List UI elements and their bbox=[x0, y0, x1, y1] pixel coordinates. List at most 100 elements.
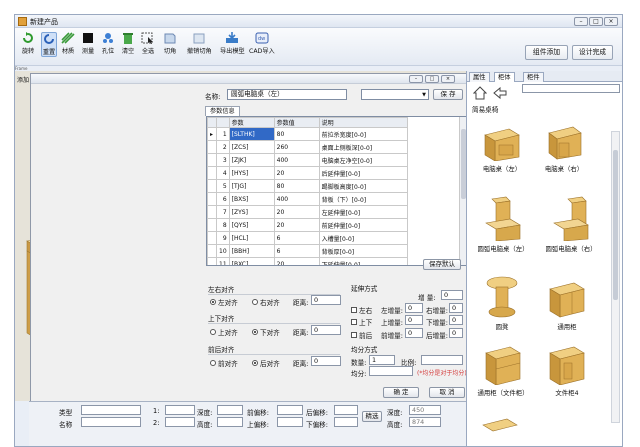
back-offset-input[interactable] bbox=[334, 405, 358, 415]
material-tool[interactable]: 材质 bbox=[61, 32, 75, 55]
value-cell[interactable]: 20 bbox=[273, 205, 320, 219]
value-cell[interactable]: 80 bbox=[273, 179, 320, 193]
ud-extend-checkbox[interactable]: 上下 bbox=[351, 317, 372, 327]
depth2-input[interactable]: 450 bbox=[409, 405, 441, 415]
table-row[interactable]: 2 [ZCS] 260 桌面上侧板深[0-0] bbox=[207, 140, 408, 154]
ratio-input[interactable] bbox=[421, 355, 463, 365]
height-input[interactable] bbox=[217, 417, 243, 427]
value-cell[interactable]: 260 bbox=[273, 140, 320, 154]
name-field-bottom[interactable] bbox=[81, 417, 141, 427]
value-cell[interactable]: 400 bbox=[273, 192, 320, 206]
library-item-file-cabinet-4[interactable]: 文件柜4 bbox=[539, 341, 595, 397]
library-item-arc-desk-left[interactable]: 圆弧电脑桌（左） bbox=[471, 195, 535, 253]
fb-extend-checkbox[interactable]: 前后 bbox=[351, 330, 372, 340]
back-amount-input[interactable]: 0 bbox=[449, 328, 463, 338]
front-offset-input[interactable] bbox=[277, 405, 303, 415]
front-amount-input[interactable]: 0 bbox=[405, 328, 423, 338]
name-field[interactable]: 圆弧电脑桌（左） bbox=[227, 89, 347, 100]
table-row[interactable]: 10 [BBH] 6 背板厚[0-0] bbox=[207, 244, 408, 258]
right-amount-input[interactable]: 0 bbox=[449, 303, 463, 313]
tab-cabinet[interactable]: 柜体 bbox=[494, 72, 515, 82]
align-front-radio[interactable]: 前对齐 bbox=[210, 358, 238, 368]
value-cell[interactable]: 80 bbox=[273, 127, 320, 141]
down-amount-input[interactable]: 0 bbox=[449, 315, 463, 325]
table-row[interactable]: 6 [BXS] 400 背板（下）[0-0] bbox=[207, 192, 408, 206]
fb-distance-input[interactable]: 0 bbox=[311, 356, 341, 366]
add-component-button[interactable]: 组件添加 bbox=[525, 45, 568, 60]
table-row[interactable]: 9 [HCL] 6 入槽量[0-0] bbox=[207, 231, 408, 245]
library-item-desk-right[interactable]: 电脑桌（右） bbox=[535, 123, 593, 173]
align-top-radio[interactable]: 上对齐 bbox=[210, 327, 238, 337]
down-offset-input[interactable] bbox=[334, 417, 358, 427]
dialog-minimize-button[interactable]: – bbox=[409, 75, 423, 83]
two-input[interactable] bbox=[165, 417, 195, 427]
value-cell[interactable]: 400 bbox=[273, 153, 320, 167]
table-row[interactable]: ▸ 1 [SLTHK] 80 前拉杀宽度[0-0] bbox=[207, 127, 408, 141]
table-row[interactable]: 8 [QYS] 20 前延伸量[0-0] bbox=[207, 218, 408, 232]
ud-distance-input[interactable]: 0 bbox=[311, 325, 341, 335]
value-cell[interactable]: 20 bbox=[273, 166, 320, 180]
left-amount-input[interactable]: 0 bbox=[405, 303, 423, 313]
table-row[interactable]: 5 [TJG] 80 踢脚板高度[0-0] bbox=[207, 179, 408, 193]
lr-distance-input[interactable]: 0 bbox=[311, 295, 341, 305]
up-offset-input[interactable] bbox=[277, 417, 303, 427]
type-dropdown[interactable]: ▼ bbox=[361, 89, 429, 100]
table-row[interactable]: 3 [ZJK] 400 电脑桌左净空[0-0] bbox=[207, 153, 408, 167]
value-cell[interactable]: 20 bbox=[273, 218, 320, 232]
rotate-tool[interactable]: 旋转 bbox=[21, 32, 35, 55]
minimize-button[interactable]: – bbox=[574, 17, 588, 26]
dialog-close-button[interactable]: × bbox=[441, 75, 455, 83]
design-complete-button[interactable]: 设计完成 bbox=[572, 45, 613, 60]
ok-button[interactable]: 确 定 bbox=[383, 387, 419, 398]
select-all-tool[interactable]: 全选 bbox=[141, 32, 155, 55]
depth-input[interactable] bbox=[217, 405, 243, 415]
tab-parts[interactable]: 柜件 bbox=[523, 72, 544, 82]
library-item-desk-left[interactable]: 电脑桌（左） bbox=[477, 123, 527, 173]
close-button[interactable]: × bbox=[604, 17, 618, 26]
value-cell[interactable]: 20 bbox=[273, 257, 320, 265]
measure-tool[interactable]: 测量 bbox=[81, 32, 95, 55]
select-button[interactable]: 精选 bbox=[362, 411, 382, 422]
table-row[interactable]: 4 [HYS] 20 后延伸量[0-0] bbox=[207, 166, 408, 180]
library-item-file-cabinet[interactable]: 通用柜（文件柜） bbox=[471, 341, 535, 397]
export-model-tool[interactable]: 导出模型 bbox=[220, 32, 245, 55]
count-stepper[interactable]: 1 bbox=[369, 355, 395, 365]
save-default-button[interactable]: 保存默认 bbox=[423, 259, 461, 270]
library-scroll-thumb[interactable] bbox=[613, 150, 618, 300]
clear-tool[interactable]: 清空 bbox=[121, 32, 135, 55]
type-field[interactable] bbox=[81, 405, 141, 415]
save-button[interactable]: 保 存 bbox=[433, 89, 463, 100]
library-scrollbar[interactable] bbox=[611, 131, 620, 423]
home-icon[interactable] bbox=[473, 86, 487, 100]
library-item-round-stool[interactable]: 圆凳 bbox=[477, 275, 527, 331]
lr-extend-checkbox[interactable]: 左右 bbox=[351, 305, 372, 315]
undo-cut-corner-tool[interactable]: 撤销切角 bbox=[187, 32, 212, 55]
back-arrow-icon[interactable] bbox=[493, 86, 507, 100]
align-bottom-radio[interactable]: 下对齐 bbox=[252, 327, 280, 337]
table-row[interactable]: 11 [BXC] 20 下延伸量[0-0] bbox=[207, 257, 408, 265]
value-cell[interactable]: 6 bbox=[273, 244, 320, 258]
library-item-arc-desk-right[interactable]: 圆弧电脑桌（右） bbox=[537, 195, 605, 253]
height2-input[interactable]: 874 bbox=[409, 417, 441, 427]
dialog-maximize-button[interactable]: □ bbox=[425, 75, 439, 83]
library-item-general-cabinet[interactable]: 通用柜 bbox=[539, 275, 595, 331]
align-back-radio[interactable]: 后对齐 bbox=[252, 358, 280, 368]
up-amount-input[interactable]: 0 bbox=[405, 315, 423, 325]
amount-input[interactable]: 0 bbox=[441, 290, 463, 300]
tab-properties[interactable]: 属性 bbox=[469, 72, 490, 82]
avg-select[interactable] bbox=[369, 366, 413, 376]
align-right-radio[interactable]: 右对齐 bbox=[252, 297, 280, 307]
one-input[interactable] bbox=[165, 405, 195, 415]
tab-parameter-info[interactable]: 参数信息 bbox=[205, 106, 240, 116]
library-search-input[interactable] bbox=[522, 84, 620, 93]
align-left-radio[interactable]: 左对齐 bbox=[210, 297, 238, 307]
row-number: 10 bbox=[216, 244, 230, 258]
cad-import-tool[interactable]: dw CAD导入 bbox=[249, 32, 275, 55]
cut-corner-tool[interactable]: 切角 bbox=[163, 32, 177, 55]
cancel-button[interactable]: 取 消 bbox=[429, 387, 465, 398]
hole-tool[interactable]: 孔位 bbox=[101, 32, 115, 55]
maximize-button[interactable]: □ bbox=[589, 17, 603, 26]
value-cell[interactable]: 6 bbox=[273, 231, 320, 245]
table-row[interactable]: 7 [ZYS] 20 左延伸量[0-0] bbox=[207, 205, 408, 219]
reset-tool[interactable]: 重置 bbox=[41, 32, 57, 57]
